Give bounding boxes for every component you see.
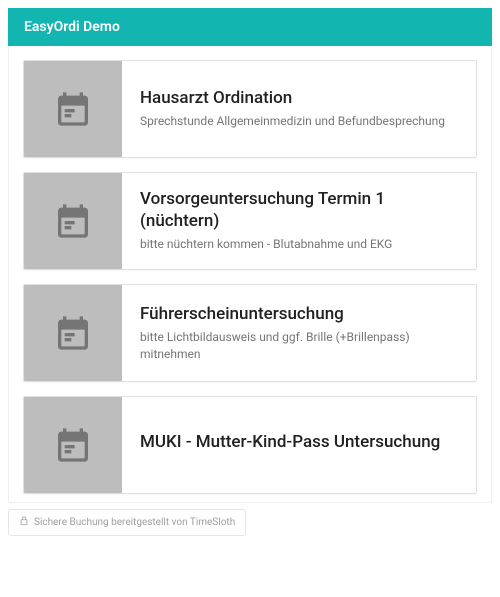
service-title: Hausarzt Ordination <box>140 88 460 109</box>
calendar-icon <box>24 61 122 157</box>
booking-widget: EasyOrdi Demo Hausarzt Ordination Sprech… <box>0 8 500 536</box>
service-card[interactable]: Führerscheinuntersuchung bitte Lichtbild… <box>23 284 477 382</box>
service-card[interactable]: Hausarzt Ordination Sprechstunde Allgeme… <box>23 60 477 158</box>
widget-header: EasyOrdi Demo <box>8 8 492 46</box>
calendar-icon <box>24 173 122 269</box>
service-text: Vorsorgeuntersuchung Termin 1 (nüchtern)… <box>122 173 476 269</box>
calendar-icon <box>24 285 122 381</box>
service-card[interactable]: MUKI - Mutter-Kind-Pass Untersu­chung <box>23 396 477 494</box>
service-card[interactable]: Vorsorgeuntersuchung Termin 1 (nüchtern)… <box>23 172 477 270</box>
service-title: Führerscheinuntersuchung <box>140 304 460 325</box>
header-title: EasyOrdi Demo <box>24 19 120 35</box>
service-text: Führerscheinuntersuchung bitte Lichtbild… <box>122 285 476 381</box>
content-area: Hausarzt Ordination Sprechstunde Allgeme… <box>8 46 492 503</box>
footer-badge[interactable]: Sichere Buchung bereitgestellt von TimeS… <box>8 509 246 536</box>
service-title: MUKI - Mutter-Kind-Pass Untersu­chung <box>140 432 460 453</box>
calendar-icon <box>24 397 122 493</box>
service-list: Hausarzt Ordination Sprechstunde Allgeme… <box>23 60 477 494</box>
footer-text: Sichere Buchung bereitgestellt von TimeS… <box>34 517 235 528</box>
service-title: Vorsorgeuntersuchung Termin 1 (nüchtern) <box>140 189 460 232</box>
service-text: MUKI - Mutter-Kind-Pass Untersu­chung <box>122 397 476 493</box>
service-desc: Sprechstunde Allgemeinmedizin und Befund… <box>140 113 460 130</box>
service-desc: bitte Lichtbildausweis und ggf. Brille (… <box>140 329 460 363</box>
lock-icon <box>19 516 29 529</box>
service-text: Hausarzt Ordination Sprechstunde Allgeme… <box>122 61 476 157</box>
service-desc: bitte nüchtern kommen - Blutabnahme und … <box>140 236 460 253</box>
